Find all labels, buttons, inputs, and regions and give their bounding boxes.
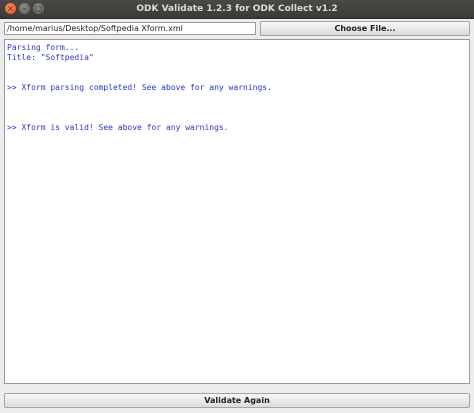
output-line: Parsing form... [7,43,80,52]
window-title: ODK Validate 1.2.3 for ODK Collect v1.2 [136,4,338,14]
validation-output[interactable]: Parsing form... Title: "Softpedia" >> Xf… [4,39,470,384]
output-line: >> Xform parsing completed! See above fo… [7,83,272,92]
output-line: >> Xform is valid! See above for any war… [7,123,229,132]
choose-file-button[interactable]: Choose File... [260,21,470,36]
output-line: Title: "Softpedia" [7,53,94,62]
file-path-field[interactable] [4,22,256,35]
validate-again-button[interactable]: Validate Again [4,393,470,408]
title-bar[interactable]: × – □ ODK Validate 1.2.3 for ODK Collect… [0,0,474,19]
app-window: × – □ ODK Validate 1.2.3 for ODK Collect… [0,0,474,413]
